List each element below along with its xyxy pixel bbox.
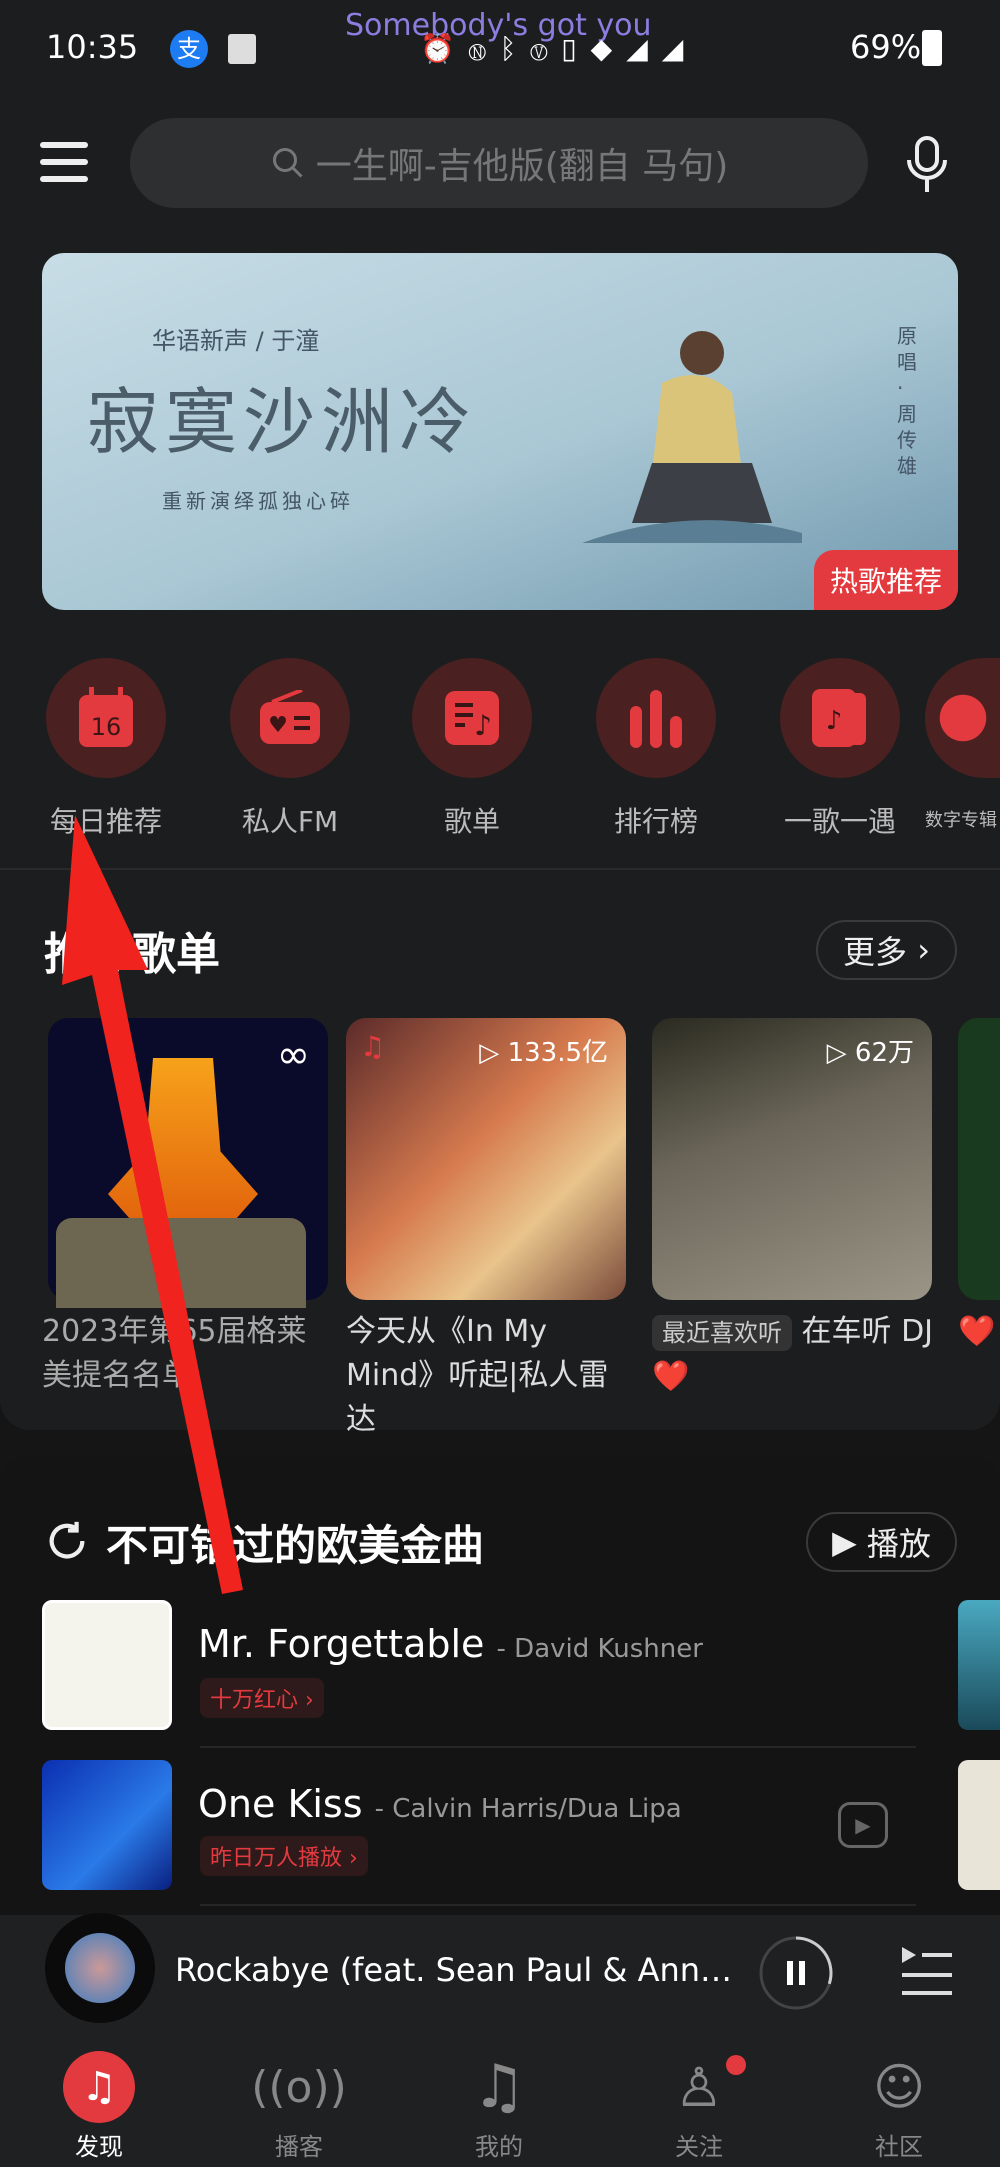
song-title[interactable]: Mr. Forgettable - David Kushner	[198, 1622, 703, 1666]
section-title: 不可错过的欧美金曲	[106, 1521, 485, 1570]
more-button[interactable]: 更多 ›	[816, 920, 957, 980]
tab-label: 社区	[875, 2133, 923, 2161]
community-chat-icon: ☺	[872, 2058, 926, 2116]
more-label: 更多	[843, 933, 908, 971]
music-note-icon: ♫	[472, 2052, 526, 2122]
tab-podcast[interactable]: ((o)) 播客	[224, 2047, 374, 2162]
tab-discover[interactable]: ♫ 发现	[24, 2047, 174, 2162]
radio-icon: ♥	[230, 658, 350, 778]
search-input[interactable]: 一生啊-吉他版(翻自 马句)	[130, 118, 868, 208]
category-playlist[interactable]: ♪ 歌单	[397, 658, 547, 840]
category-radio[interactable]: ♥ 私人FM	[215, 658, 365, 840]
song-title[interactable]: One Kiss - Calvin Harris/Dua Lipa	[198, 1782, 682, 1826]
category-album[interactable]: 数字专辑	[925, 658, 1000, 832]
song-tag[interactable]: 十万红心 ›	[200, 1678, 324, 1718]
category-chart[interactable]: 排行榜	[581, 658, 731, 840]
playlist-card[interactable]	[958, 1018, 1000, 1300]
recommended-title: 推荐歌单	[44, 929, 220, 980]
recent-tag: 最近喜欢听	[652, 1315, 792, 1351]
gallery-icon	[228, 34, 256, 64]
playlist-card[interactable]: ▷ 62万	[652, 1018, 932, 1300]
tab-label: 播客	[275, 2133, 323, 2161]
svg-text:♪: ♪	[826, 706, 843, 736]
play-count: ▷ 62万	[826, 1038, 914, 1068]
banner-badge: 热歌推荐	[813, 550, 958, 610]
calendar-icon: 16	[46, 658, 166, 778]
battery-level: 69%	[850, 28, 922, 66]
podcast-icon: ((o))	[251, 2061, 347, 2113]
notification-badge	[726, 2055, 746, 2075]
song-artist: - David Kushner	[496, 1634, 703, 1664]
category-label: 歌单	[443, 805, 500, 838]
pause-button[interactable]	[758, 1935, 834, 2011]
category-label: 排行榜	[613, 805, 698, 838]
album-disc[interactable]	[45, 1913, 155, 2023]
tab-follow[interactable]: ♙ 关注	[624, 2047, 774, 2162]
tab-label: 关注	[675, 2133, 723, 2161]
play-count: ▷ 133.5亿	[479, 1038, 608, 1068]
playlist-card-title[interactable]: 最近喜欢听 在车听 DJ ❤️	[652, 1310, 942, 1399]
playlist-card-title[interactable]: 2023年第65届格莱美提名名单	[42, 1310, 327, 1398]
battery-icon	[922, 30, 942, 66]
playlist-card-title[interactable]: 今天从《In My Mind》听起|私人雷达	[346, 1310, 631, 1442]
category-label: 一歌一遇	[783, 805, 896, 838]
search-placeholder: 一生啊-吉他版(翻自 马句)	[315, 146, 729, 187]
playlist-card-backdrop	[56, 1218, 306, 1308]
refresh-icon[interactable]	[44, 1518, 90, 1564]
alipay-icon: 支	[170, 30, 208, 68]
playlist-icon: ♪	[412, 658, 532, 778]
chart-icon	[596, 658, 716, 778]
playlist-queue-icon[interactable]	[900, 1945, 954, 1999]
song-cover[interactable]	[958, 1760, 1000, 1890]
song-tag[interactable]: 昨日万人播放 ›	[200, 1836, 368, 1876]
category-music-card[interactable]: ♪ 一歌一遇	[765, 658, 915, 840]
now-playing-title: Rockabye (feat. Sean Paul & Ann…	[175, 1951, 733, 1989]
svg-text:♥: ♥	[268, 713, 288, 738]
tab-label: 我的	[475, 2133, 523, 2161]
svg-text:♪: ♪	[474, 709, 492, 742]
banner-title: 寂寞沙洲冷	[87, 380, 478, 464]
music-card-icon: ♪	[780, 658, 900, 778]
tab-label: 发现	[75, 2133, 123, 2161]
play-all-button[interactable]: ▶ 播放	[806, 1512, 957, 1572]
divider	[200, 1746, 916, 1748]
song-name: Mr. Forgettable	[198, 1622, 485, 1666]
search-icon	[272, 148, 303, 178]
svg-text:16: 16	[91, 713, 122, 741]
bottom-tab-bar: ♫ 发现 ((o)) 播客 ♫ 我的 ♙ 关注 ☺ 社区	[0, 2035, 1000, 2167]
song-artist: - Calvin Harris/Dua Lipa	[374, 1794, 682, 1824]
category-calendar[interactable]: 16 每日推荐	[31, 658, 181, 840]
banner-credit: 原唱·周传雄	[897, 324, 917, 478]
netease-logo-icon: ♫	[63, 2051, 135, 2123]
mv-play-icon[interactable]: ▶	[838, 1802, 888, 1848]
song-name: One Kiss	[198, 1782, 363, 1826]
status-icons: ⏰ⓃᛒⓋ▯◆◢◢	[420, 32, 698, 65]
playlist-card-title[interactable]: ❤️	[958, 1310, 1000, 1354]
play-all-label: 播放	[866, 1525, 931, 1563]
song-cover[interactable]	[958, 1600, 1000, 1730]
playlist-card[interactable]: ♫ ▷ 133.5亿	[346, 1018, 626, 1300]
album-icon	[925, 658, 1000, 778]
category-label: 数字专辑	[925, 810, 997, 831]
banner-carousel[interactable]: 华语新声 / 于潼 寂寞沙洲冷 重新演绎孤独心碎 原唱·周传雄 热歌推荐	[42, 253, 958, 610]
song-cover[interactable]	[42, 1760, 172, 1890]
tab-mine[interactable]: ♫ 我的	[424, 2047, 574, 2162]
voice-search-icon[interactable]	[902, 132, 952, 196]
follow-user-icon: ♙	[674, 2055, 724, 2119]
netease-logo-icon: ♫	[360, 1030, 386, 1063]
loop-icon: ∞	[276, 1032, 310, 1078]
banner-illustration	[582, 331, 802, 543]
grammy-image	[108, 1058, 258, 1228]
song-cover[interactable]	[42, 1600, 172, 1730]
category-label: 每日推荐	[49, 805, 162, 838]
menu-icon[interactable]	[40, 142, 88, 182]
mini-player[interactable]: Rockabye (feat. Sean Paul & Ann…	[0, 1913, 1000, 2035]
banner-subtitle: 重新演绎孤独心碎	[162, 489, 354, 513]
status-time: 10:35	[46, 28, 139, 66]
banner-series: 华语新声 / 于潼	[152, 327, 320, 355]
divider	[200, 1904, 916, 1906]
tab-community[interactable]: ☺ 社区	[824, 2047, 974, 2162]
category-label: 私人FM	[241, 805, 339, 838]
